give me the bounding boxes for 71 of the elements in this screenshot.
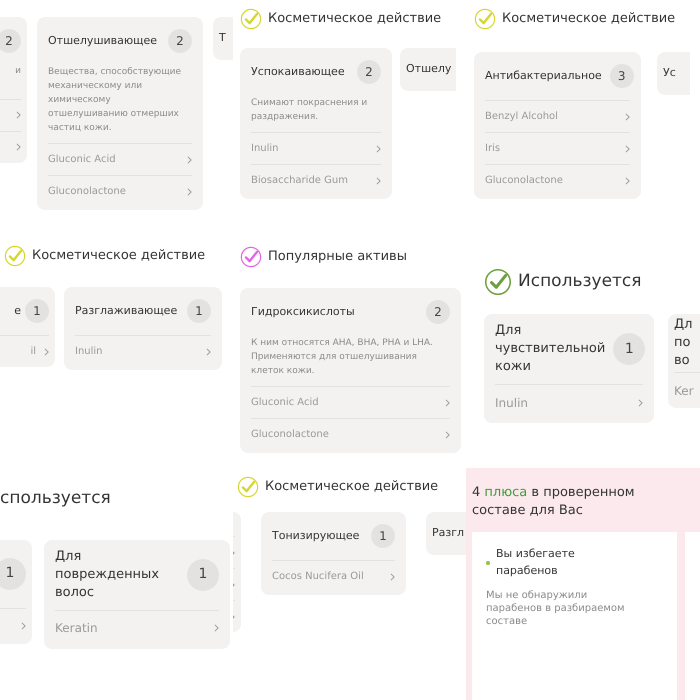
chevron-right-icon (214, 624, 219, 632)
ingredient-link[interactable]: Gluconolactone (251, 427, 329, 442)
card-title: Для чувствительной кожи (495, 322, 606, 376)
card-title: Успокаивающее (251, 64, 345, 80)
section-title: Косметическое действие (502, 10, 676, 28)
chevron-right-icon (44, 348, 49, 356)
ingredient-link[interactable]: Inulin (495, 394, 528, 412)
count-badge: 2 (357, 60, 381, 84)
card-title: Т (219, 30, 227, 46)
ingredient-link[interactable]: Inulin (75, 344, 103, 359)
chevron-right-icon (16, 111, 21, 119)
chevron-right-icon (625, 144, 630, 152)
ingredient-link[interactable]: Inulin (251, 141, 279, 156)
card-title: Для поврежденных волос (55, 548, 160, 602)
card-description: Снимают покраснения и раздражения. (251, 97, 368, 124)
chevron-right-icon (390, 572, 395, 580)
chevron-right-icon (376, 176, 381, 184)
count-badge: 1 (187, 299, 211, 323)
count-badge: 2 (168, 29, 192, 53)
ingredient-link[interactable]: Biosaccharide Gum (251, 173, 348, 188)
chevron-right-icon (16, 143, 21, 151)
ingredient-link[interactable]: Gluconolactone (48, 184, 126, 199)
chevron-right-icon (445, 430, 450, 438)
count-badge: 1 (0, 558, 26, 590)
section-title: Косметическое действие (265, 478, 438, 496)
chevron-right-icon (445, 398, 450, 406)
card-title: Разглаживающее (75, 302, 178, 319)
card-title: Разгл (432, 525, 466, 541)
ingredient-link[interactable]: Benzyl Alcohol (485, 109, 558, 124)
ingredient-link[interactable]: Gluconic Acid (48, 152, 116, 167)
card-title: Отшелушивающее (48, 32, 158, 49)
chevron-right-icon (206, 348, 211, 356)
chevron-right-icon (187, 188, 192, 196)
count-badge: 2 (0, 29, 21, 53)
ingredient-link[interactable]: Gluconic Acid (251, 395, 319, 410)
section-title: Используется (518, 270, 642, 294)
card-title: Отшелу (406, 61, 452, 77)
chevron-right-icon (625, 176, 630, 184)
count-badge: 2 (426, 300, 450, 324)
card-title: е (14, 302, 21, 319)
section-title: Косметическое действие (32, 247, 206, 266)
count-badge: 1 (25, 299, 49, 323)
card-title: Антибактериальное (485, 68, 602, 84)
chevron-right-icon (187, 156, 192, 164)
card-title: Тонизирующее (272, 528, 360, 544)
chevron-right-icon (376, 144, 381, 152)
section-title: спользуется (0, 487, 111, 510)
ingredient-link[interactable]: Cocos Nucifera Oil (272, 569, 364, 584)
count-badge: 3 (610, 64, 634, 88)
count-badge: 1 (371, 524, 395, 548)
card-description: и (15, 65, 21, 78)
section-title: Косметическое действие (268, 10, 442, 28)
card-description: Вещества, способствующие механическому или химическому отшелушиванию отмерших частиц кожи. (48, 66, 182, 135)
ingredient-link[interactable]: il (30, 344, 36, 359)
card-title: Ус (663, 65, 677, 81)
ingredient-link[interactable]: Iris (485, 141, 500, 156)
benefit-title: Вы избегаете парабенов (496, 546, 576, 578)
count-badge: 1 (613, 333, 646, 365)
card-title: Дл по во (674, 316, 694, 370)
card-description: К ним относятся AHA, BHA, PHA и LHA. Применяются для отшелушивания клеток кожи. (251, 337, 434, 378)
summary-title: 4 плюса в проверенном составе для Вас (471, 484, 636, 520)
card-title: Гидроксикислоты (251, 304, 355, 320)
ingredient-link[interactable]: Gluconolactone (485, 173, 563, 188)
ingredient-link[interactable]: Keratin (55, 619, 98, 637)
chevron-right-icon (625, 112, 630, 120)
benefit-description: Мы не обнаружили парабенов в разбираемом составе (486, 589, 626, 628)
section-title: Популярные активы (268, 248, 407, 266)
chevron-right-icon (638, 398, 643, 406)
ingredient-link[interactable]: Ker (674, 382, 694, 400)
count-badge: 1 (187, 558, 219, 590)
chevron-right-icon (21, 622, 26, 630)
